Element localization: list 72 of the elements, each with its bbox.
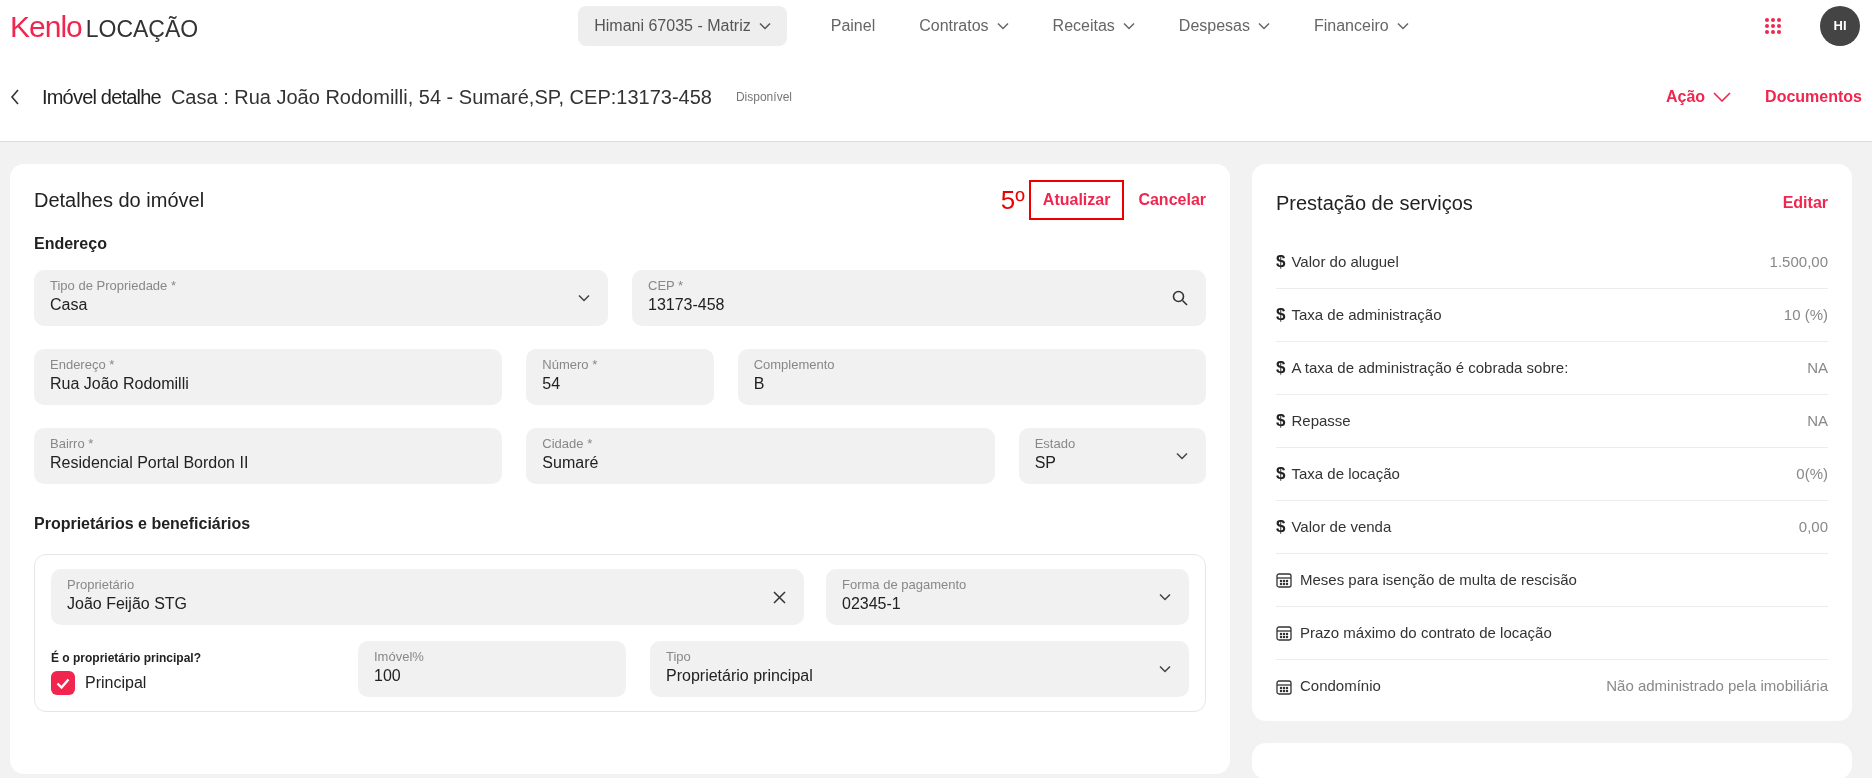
input-field[interactable]: CEP * 13173-458 <box>632 270 1206 326</box>
card-title: Detalhes do imóvel <box>34 188 205 213</box>
nav-menu-item[interactable]: Receitas <box>1052 14 1135 38</box>
status-label: Disponível <box>735 88 792 106</box>
currency-symbol: $ <box>1276 304 1286 327</box>
currency-symbol: $ <box>1276 410 1286 433</box>
service-label: Taxa de administração <box>1291 304 1442 325</box>
currency-symbol: $ <box>1276 516 1286 539</box>
logo-text: Kenlo <box>10 8 82 45</box>
input-field[interactable]: Imóvel% 100 <box>358 641 626 697</box>
logo-subtitle: LOCAÇÃO <box>85 14 199 44</box>
input-field[interactable]: Cidade * Sumaré <box>526 428 995 484</box>
update-button[interactable]: Atualizar <box>1028 180 1125 220</box>
section-heading: Endereço <box>34 234 108 254</box>
service-value: NA <box>1807 410 1828 431</box>
cancel-button[interactable]: Cancelar <box>1138 188 1206 212</box>
input-field[interactable]: Proprietário João Feijão STG <box>51 569 804 625</box>
chevron-down-icon <box>1713 91 1732 102</box>
page-title: Imóvel detalhe <box>42 84 161 110</box>
chevron-down-icon <box>758 22 771 30</box>
service-label: Valor do aluguel <box>1291 251 1399 272</box>
currency-symbol: $ <box>1276 357 1286 380</box>
service-label: Taxa de locação <box>1291 463 1400 484</box>
input-field[interactable]: Bairro * Residencial Portal Bordon II <box>34 428 503 484</box>
chevron-down-icon <box>1176 452 1188 460</box>
nav-menu-item[interactable]: Contratos <box>919 14 1009 38</box>
user-avatar[interactable]: HI <box>1820 6 1860 46</box>
branch-selector[interactable]: Himani 67035 - Matriz <box>578 6 787 46</box>
service-value: 10 (%) <box>1783 304 1828 325</box>
service-label: Condomínio <box>1300 676 1381 697</box>
service-value: NA <box>1807 357 1828 378</box>
chevron-down-icon <box>1159 665 1171 673</box>
service-label: Valor de venda <box>1291 516 1392 537</box>
check-icon <box>56 677 70 689</box>
input-field[interactable]: Número * 54 <box>526 349 714 405</box>
calendar-icon <box>1276 678 1292 695</box>
search-icon <box>1172 290 1188 306</box>
step-annotation: 5º <box>1000 183 1025 217</box>
input-field[interactable]: Endereço * Rua João Rodomilli <box>34 349 503 405</box>
service-value: 0,00 <box>1798 516 1828 537</box>
question-label: É o proprietário principal? <box>51 649 203 667</box>
close-icon <box>773 590 786 604</box>
chevron-down-icon <box>578 294 590 302</box>
input-field[interactable]: Forma de pagamento 02345-1 <box>826 569 1189 625</box>
input-field[interactable]: Estado SP <box>1018 428 1206 484</box>
documents-link[interactable]: Documentos <box>1765 84 1862 109</box>
section-heading: Proprietários e beneficiários <box>34 514 252 534</box>
calendar-icon <box>1276 572 1292 588</box>
input-field[interactable]: Tipo de Propriedade * Casa <box>34 270 608 326</box>
service-label: Prazo máximo do contrato de locação <box>1300 622 1552 643</box>
nav-menu-item[interactable]: Despesas <box>1178 14 1270 38</box>
service-value: Não administrado pela imobiliária <box>1606 676 1828 697</box>
service-value: 0(%) <box>1796 463 1828 484</box>
action-menu-button[interactable]: Ação <box>1665 84 1732 109</box>
currency-symbol: $ <box>1276 251 1286 274</box>
service-label: A taxa de administração é cobrada sobre: <box>1291 357 1569 378</box>
principal-checkbox[interactable]: Principal <box>51 671 334 695</box>
input-field[interactable]: Complemento B <box>737 349 1206 405</box>
currency-symbol: $ <box>1276 463 1286 486</box>
nav-menu-item[interactable]: Painel <box>830 14 876 38</box>
calendar-icon <box>1276 625 1292 641</box>
service-value: 1.500,00 <box>1769 251 1828 272</box>
service-label: Repasse <box>1291 410 1351 431</box>
service-label: Meses para isenção de multa de rescisão <box>1300 569 1577 590</box>
app-grid-icon[interactable] <box>1764 17 1782 35</box>
nav-menu-item[interactable]: Financeiro <box>1314 14 1409 38</box>
card-title: Prestação de serviços <box>1276 191 1473 216</box>
edit-link[interactable]: Editar <box>1782 191 1828 215</box>
back-icon[interactable] <box>10 88 20 105</box>
page-subtitle: Casa : Rua João Rodomilli, 54 - Sumaré,SP, CEP:13173-458 <box>170 84 712 110</box>
input-field[interactable]: Tipo Proprietário principal <box>650 641 1189 697</box>
chevron-down-icon <box>1159 593 1171 601</box>
